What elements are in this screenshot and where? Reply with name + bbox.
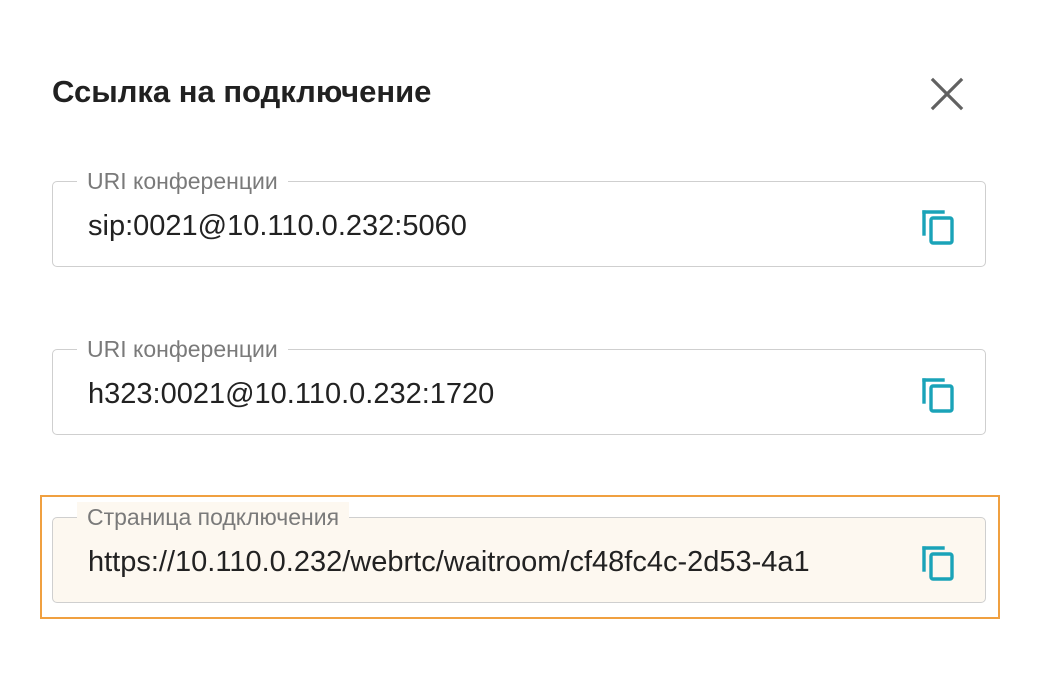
sip-uri-value[interactable]: sip:0021@10.110.0.232:5060 (88, 206, 903, 246)
sip-uri-label: URI конференции (77, 166, 288, 196)
sip-uri-field: URI конференции sip:0021@10.110.0.232:50… (52, 166, 986, 267)
copy-h323-uri-button[interactable] (919, 375, 959, 415)
field-underline (80, 434, 318, 435)
field-underline (80, 266, 318, 267)
connection-page-value[interactable]: https://10.110.0.232/webrtc/waitroom/cf4… (88, 542, 903, 582)
h323-uri-value[interactable]: h323:0021@10.110.0.232:1720 (88, 374, 903, 414)
dialog-title: Ссылка на подключение (52, 74, 432, 109)
copy-sip-uri-button[interactable] (919, 207, 959, 247)
copy-icon (922, 546, 954, 581)
copy-connection-page-button[interactable] (919, 543, 959, 583)
field-underline (80, 602, 402, 603)
copy-icon (922, 378, 954, 413)
close-icon (930, 77, 964, 111)
connection-link-dialog: Ссылка на подключение URI конференции si… (0, 0, 1039, 700)
close-button[interactable] (926, 73, 968, 115)
h323-uri-label: URI конференции (77, 334, 288, 364)
copy-icon (922, 210, 954, 245)
connection-page-label: Страница подключения (77, 502, 350, 532)
h323-uri-field: URI конференции h323:0021@10.110.0.232:1… (52, 334, 986, 435)
connection-page-field: Страница подключения https://10.110.0.23… (52, 502, 986, 603)
